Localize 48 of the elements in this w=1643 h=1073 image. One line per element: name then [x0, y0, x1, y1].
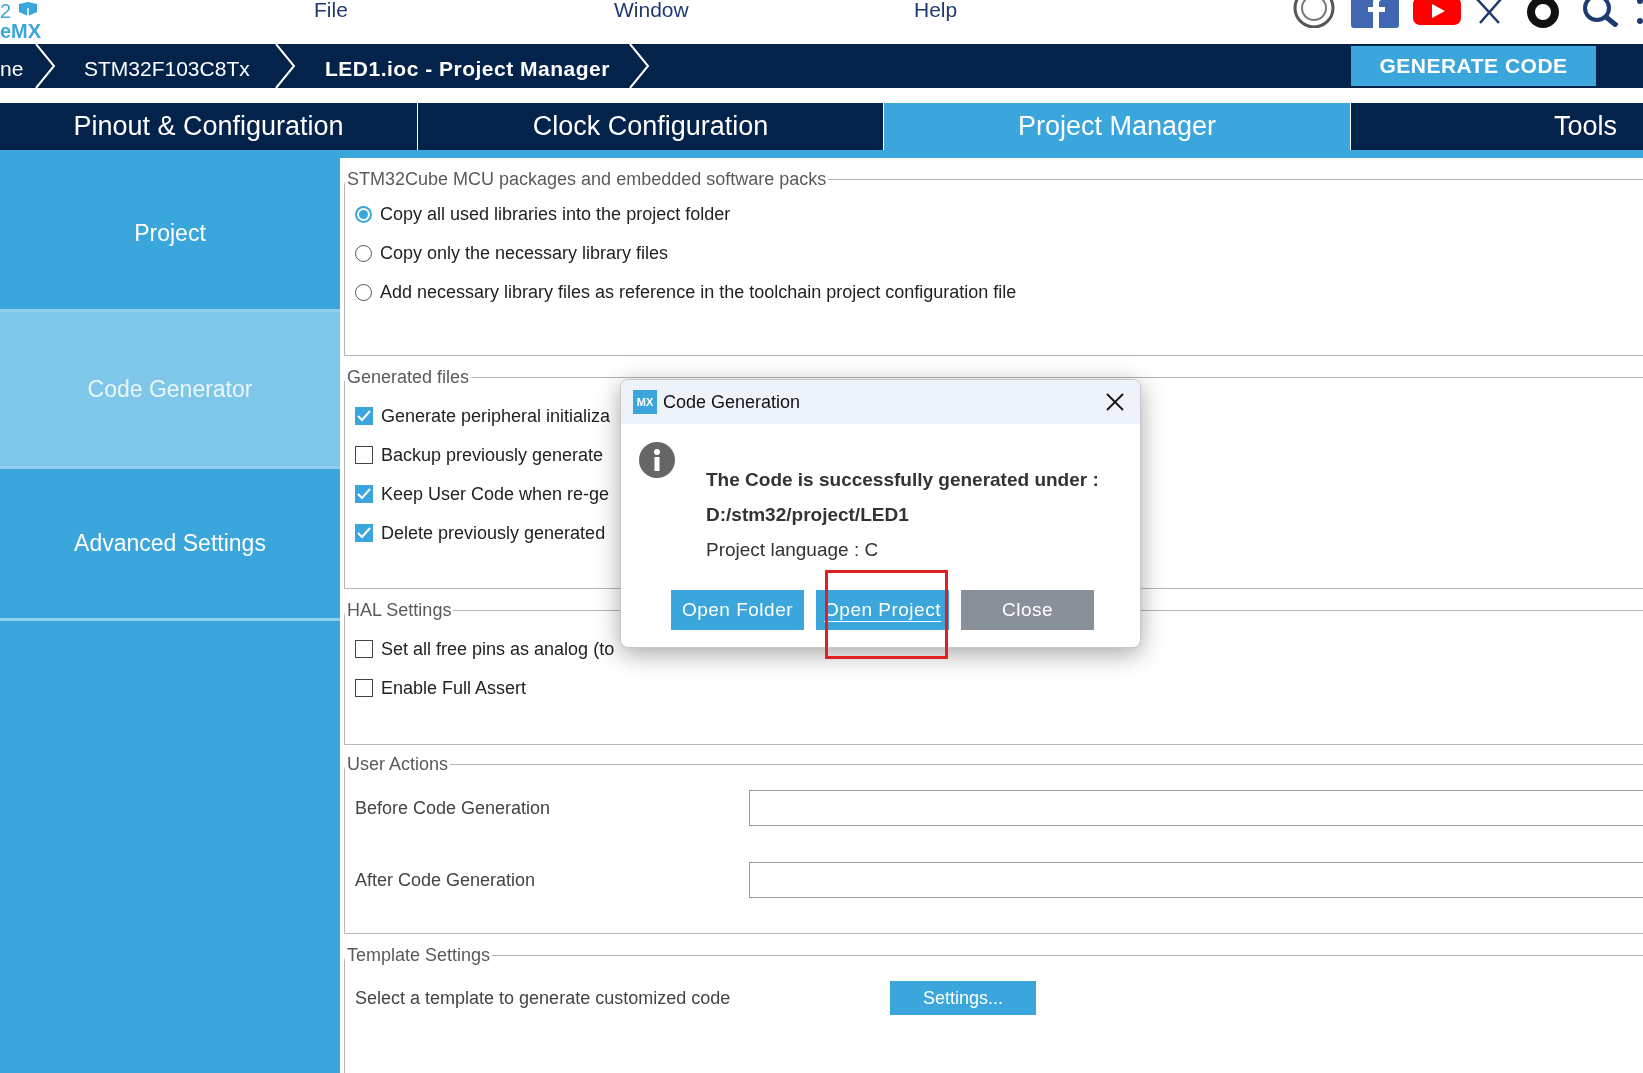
- youtube-icon[interactable]: [1413, 0, 1461, 25]
- search-icon[interactable]: [1581, 0, 1621, 27]
- group-title: STM32Cube MCU packages and embedded software packs: [346, 168, 828, 191]
- input-field[interactable]: [749, 790, 1643, 826]
- checkbox[interactable]: [355, 485, 373, 503]
- option-label: Add necessary library files as reference in the toolchain project configuration file: [380, 280, 1017, 304]
- logo-text: eMX: [0, 21, 42, 41]
- checkbox[interactable]: [355, 407, 373, 425]
- menu-item[interactable]: Window: [614, 0, 689, 26]
- option-label: Delete previously generated: [381, 521, 606, 545]
- field-label: Before Code Generation: [355, 796, 552, 820]
- checkbox[interactable]: [355, 640, 373, 658]
- menu-item[interactable]: Help: [914, 0, 958, 26]
- checkbox[interactable]: [355, 446, 373, 464]
- facebook-icon[interactable]: [1351, 0, 1399, 28]
- checkbox[interactable]: [355, 679, 373, 697]
- info-icon: [639, 442, 675, 478]
- menu-item[interactable]: File: [314, 0, 348, 26]
- radio-button[interactable]: [355, 205, 372, 223]
- input-field[interactable]: [749, 862, 1643, 898]
- option-label: Keep User Code when re-ge: [381, 482, 610, 506]
- project-language-text: Project language : C: [706, 538, 880, 562]
- field-label: After Code Generation: [355, 868, 537, 892]
- dialog-message: D:/stm32/project/LED1: [706, 503, 910, 527]
- breadcrumb-item[interactable]: STM32F103C8Tx: [84, 53, 250, 85]
- close-icon[interactable]: [1104, 391, 1126, 413]
- option-label: Copy only the necessary library files: [380, 241, 669, 265]
- option-label: Set all free pins as analog (to: [381, 637, 615, 661]
- logo-text: 2: [0, 1, 12, 21]
- chevron-separator-icon: [274, 44, 298, 88]
- chevron-separator-icon: [628, 44, 652, 88]
- checkbox[interactable]: [355, 524, 373, 542]
- option-label: Backup previously generate: [381, 443, 604, 467]
- option-label: Enable Full Assert: [381, 676, 527, 700]
- group-title: User Actions: [346, 753, 450, 776]
- share-icon[interactable]: [1635, 0, 1643, 26]
- dialog-title: Code Generation: [663, 390, 801, 414]
- breadcrumb-item[interactable]: LED1.ioc - Project Manager: [325, 53, 610, 85]
- app-badge: MX: [633, 390, 657, 414]
- group-title: Template Settings: [346, 944, 492, 967]
- group-title: HAL Settings: [346, 599, 453, 622]
- chevron-separator-icon: [34, 44, 58, 88]
- dialog-message: The Code is successfully generated under :: [706, 468, 1100, 492]
- template-description: Select a template to generate customized code: [355, 986, 732, 1010]
- breadcrumb-item[interactable]: ne: [0, 53, 24, 85]
- option-label: Copy all used libraries into the project folder: [380, 202, 731, 226]
- option-label: Generate peripheral initializa: [381, 404, 611, 428]
- group-title: Generated files: [346, 366, 471, 389]
